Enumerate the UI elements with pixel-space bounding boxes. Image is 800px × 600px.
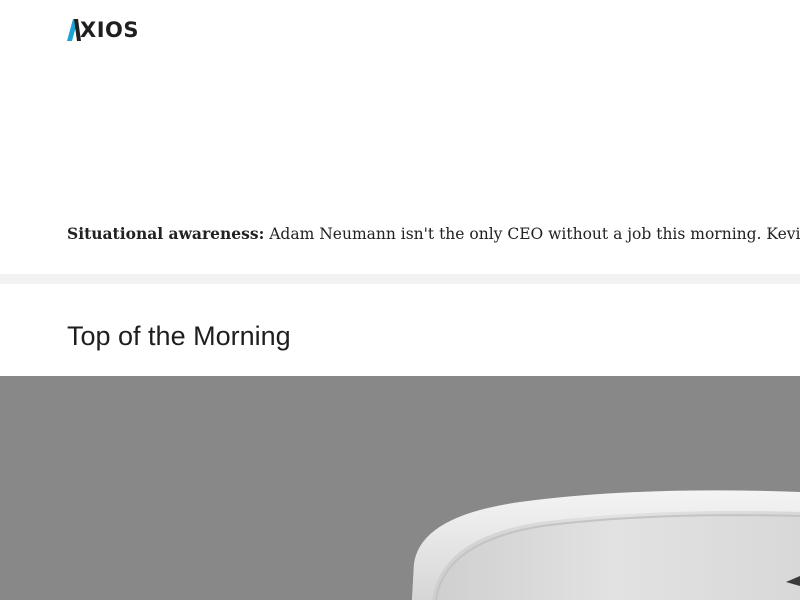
newsletter-page: XIOS Situational awareness: Adam Neumann… [0, 0, 800, 600]
section-title: Top of the Morning [67, 321, 291, 351]
coffee-cup-image [412, 490, 800, 600]
axios-logo[interactable]: XIOS [67, 19, 139, 41]
section-divider [0, 274, 800, 284]
situational-awareness-paragraph: Situational awareness: Adam Neumann isn'… [67, 222, 800, 246]
hero-image [0, 376, 800, 600]
situational-awareness-lead: Situational awareness: [67, 224, 265, 243]
logo-mark-icon [67, 19, 81, 41]
logo-text: XIOS [80, 18, 139, 42]
situational-awareness-text: Adam Neumann isn't the only CEO without … [264, 225, 800, 243]
